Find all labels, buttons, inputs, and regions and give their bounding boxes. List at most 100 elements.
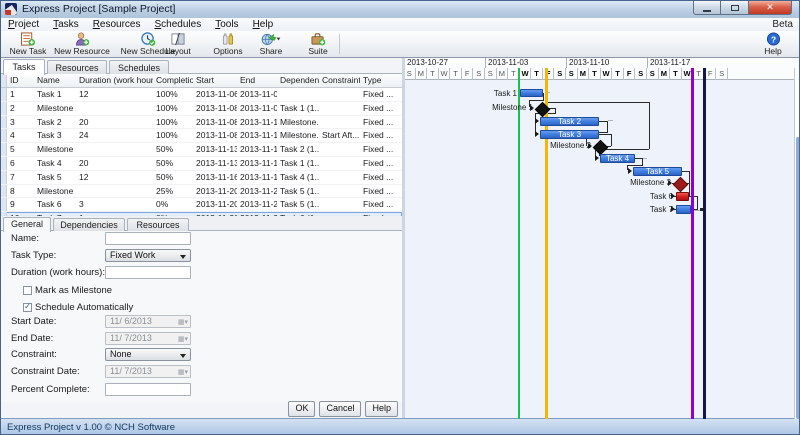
name-input[interactable] [105, 232, 191, 245]
tab-general[interactable]: General [3, 217, 51, 232]
table-cell: 20 [76, 116, 153, 129]
table-row[interactable]: 5Milestone 250%2013-11-132013-11-13Task … [1, 143, 402, 157]
tab-dependencies[interactable]: Dependencies [53, 218, 125, 231]
maximize-icon [731, 5, 739, 11]
column-header[interactable]: ID [7, 74, 34, 87]
day-letter: T [427, 68, 439, 80]
title-bar[interactable]: Express Project [Sample Project] ✕ [1, 1, 799, 19]
column-header[interactable]: Dependency [277, 74, 319, 87]
new-resource-button[interactable]: New Resource [51, 32, 113, 56]
options-button[interactable]: Options [206, 32, 250, 56]
new-task-button[interactable]: New Task [7, 32, 49, 56]
table-row[interactable]: 2Milestone 1100%2013-11-082013-11-08Task… [1, 102, 402, 116]
table-row[interactable]: 1Task 112100%2013-11-062013-11-07Fixed .… [1, 88, 402, 102]
form-help-button[interactable]: Help [365, 401, 398, 417]
dependency-connector [697, 196, 698, 209]
task-6-bar[interactable] [676, 192, 689, 201]
table-row[interactable]: 3Task 220100%2013-11-082013-11-12Milesto… [1, 116, 402, 130]
menu-tools[interactable]: Tools [208, 18, 245, 31]
help-button[interactable]: ? Help [757, 32, 789, 56]
table-cell: Fixed ... [360, 198, 396, 211]
menu-tasks[interactable]: Tasks [46, 18, 86, 31]
app-window: Express Project [Sample Project] ✕ Proje… [0, 0, 800, 435]
week-label: 2013-11-17 [647, 58, 728, 68]
menu-schedules[interactable]: Schedules [148, 18, 209, 31]
tab-tasks[interactable]: Tasks [3, 59, 45, 75]
menu-project[interactable]: Project [1, 18, 46, 31]
task-1-bar[interactable] [520, 89, 543, 97]
start-date-input[interactable]: 11/ 6/2013▦▾ [105, 315, 191, 328]
table-cell: 9 [7, 198, 34, 211]
column-header[interactable]: End [237, 74, 277, 87]
ok-button[interactable]: OK [288, 401, 315, 417]
dependency-connector [546, 102, 649, 103]
constraint-date-input[interactable]: 11/ 7/2013▦▾ [105, 365, 191, 378]
suite-button[interactable]: Suite [301, 32, 335, 56]
percent-complete-input[interactable] [105, 383, 191, 396]
tab-resources[interactable]: Resources [47, 60, 107, 74]
close-button[interactable]: ✕ [748, 1, 792, 15]
table-cell: 12 [76, 88, 153, 101]
table-cell: 2013-11-15 [237, 157, 277, 170]
table-cell: 2013-11-08 [193, 116, 237, 129]
table-cell [76, 143, 153, 156]
task-5-bar[interactable]: Task 5 [633, 167, 682, 176]
table-cell: Fixed ... [360, 171, 396, 184]
mark-as-milestone-checkbox[interactable] [23, 286, 32, 295]
beta-label: Beta [772, 18, 793, 31]
table-row[interactable]: 8Milestone 325%2013-11-202013-11-20Task … [1, 185, 402, 199]
table-cell: 2013-11-13 [193, 143, 237, 156]
chevron-down-icon [180, 255, 186, 259]
table-cell [319, 102, 360, 115]
table-cell: 20 [76, 157, 153, 170]
task-3-bar[interactable]: Task 3 [540, 130, 599, 139]
table-cell: 2013-11-16 [193, 171, 237, 184]
close-icon: ✕ [766, 2, 774, 13]
toolbar: New Task New Resource New Schedule [1, 31, 799, 58]
tab-resources-form[interactable]: Resources [127, 218, 189, 231]
table-row[interactable]: 9Task 630%2013-11-202013-11-20Task 5 (1.… [1, 198, 402, 212]
column-header[interactable]: Completion [153, 74, 193, 87]
day-letter: M [578, 68, 590, 80]
duration-input[interactable] [105, 266, 191, 279]
column-header[interactable]: Name [34, 74, 76, 87]
tab-schedules[interactable]: Schedules [109, 60, 169, 74]
column-header[interactable]: Duration (work hours) [76, 74, 153, 87]
menu-resources[interactable]: Resources [86, 18, 148, 31]
milestone-3-diamond[interactable] [672, 176, 688, 192]
new-resource-icon [74, 32, 90, 46]
minimize-button[interactable] [693, 1, 721, 15]
end-date-input[interactable]: 11/ 7/2013▦▾ [105, 332, 191, 345]
column-header[interactable]: Constraint [319, 74, 360, 87]
column-header[interactable]: Type [360, 74, 396, 87]
scrollbar-thumb[interactable] [796, 137, 800, 419]
schedule-automatically-checkbox[interactable] [23, 303, 32, 312]
task-type-select[interactable]: Fixed Work [105, 249, 191, 262]
calendar-dropdown-icon: ▦▾ [178, 317, 188, 328]
constraint-select[interactable]: None [105, 348, 191, 361]
cancel-button[interactable]: Cancel [319, 401, 361, 417]
gantt-vertical-scrollbar[interactable] [794, 68, 800, 419]
table-cell: Task 3 [34, 129, 76, 142]
table-cell: Task 4 (1... [277, 171, 319, 184]
task-7-bar[interactable] [676, 205, 691, 214]
layout-button[interactable]: Layout [159, 32, 197, 56]
column-header[interactable]: Start [193, 74, 237, 87]
share-button[interactable]: Share [253, 32, 289, 56]
task-4-bar[interactable]: Task 4 [600, 154, 635, 163]
table-cell [319, 116, 360, 129]
table-cell: 6 [7, 157, 34, 170]
dependency-connector [642, 158, 643, 165]
table-row[interactable]: 7Task 51250%2013-11-162013-11-19Task 4 (… [1, 171, 402, 185]
table-cell: 2 [7, 102, 34, 115]
slack-dash [643, 158, 647, 159]
maximize-button[interactable] [721, 1, 748, 15]
share-icon [260, 32, 282, 46]
marker-purple-line [691, 68, 694, 419]
menu-help[interactable]: Help [246, 18, 281, 31]
table-row[interactable]: 4Task 324100%2013-11-082013-11-13Milesto… [1, 129, 402, 143]
task-2-bar[interactable]: Task 2 [540, 117, 599, 126]
table-cell: Task 2 (1... [277, 143, 319, 156]
new-task-icon [20, 32, 36, 46]
table-row[interactable]: 6Task 42050%2013-11-132013-11-15Task 1 (… [1, 157, 402, 171]
